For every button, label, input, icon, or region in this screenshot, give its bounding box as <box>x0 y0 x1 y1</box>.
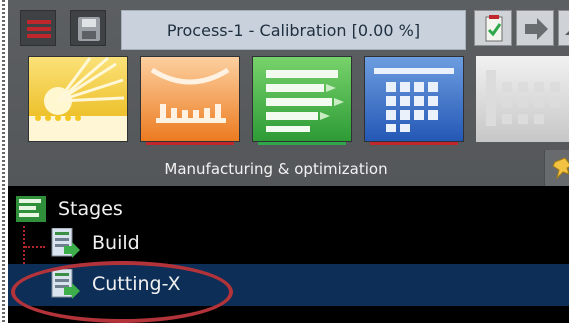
module-calibration[interactable] <box>28 56 128 142</box>
extra-icon <box>565 31 569 35</box>
module-grid[interactable] <box>364 56 464 142</box>
menu-icon <box>27 20 51 38</box>
tile-frame <box>364 56 464 142</box>
module-build[interactable] <box>140 56 240 142</box>
save-icon <box>78 17 100 41</box>
ribbon-panel: Process-1 - Calibration [0.00 %] Manufac… <box>8 0 569 186</box>
module-stages[interactable] <box>252 56 352 142</box>
window-title: Process-1 - Calibration [0.00 %] <box>121 10 466 50</box>
app-window: Process-1 - Calibration [0.00 %] Manufac… <box>0 0 569 323</box>
annotation-ellipse <box>11 261 233 323</box>
tile-frame <box>140 56 240 142</box>
tree-root-label: Stages <box>58 198 123 220</box>
tree-item-label: Build <box>92 232 140 254</box>
stages-list-icon <box>16 196 46 222</box>
build-underline <box>146 142 234 145</box>
next-button[interactable] <box>516 10 554 46</box>
pin-icon <box>552 157 569 180</box>
report-icon <box>485 15 503 42</box>
arrow-right-icon <box>525 18 548 40</box>
tile-frame <box>252 56 352 142</box>
pin-button[interactable] <box>544 150 569 186</box>
stages-underline <box>258 142 346 145</box>
stage-doc-icon <box>51 228 80 258</box>
tree-item-build[interactable]: Build <box>8 226 569 264</box>
overflow-button[interactable] <box>558 10 569 46</box>
save-button[interactable] <box>70 10 106 46</box>
tile-frame <box>28 56 128 142</box>
dotted-border <box>2 0 5 323</box>
tree-root-stages[interactable]: Stages <box>8 190 569 228</box>
report-button[interactable] <box>474 10 512 46</box>
module-disabled[interactable] <box>476 56 569 142</box>
menu-button[interactable] <box>20 10 56 46</box>
panel-label: Manufacturing & optimization <box>164 160 388 178</box>
grid-gray-icon <box>476 56 569 142</box>
grid-underline <box>370 142 458 145</box>
